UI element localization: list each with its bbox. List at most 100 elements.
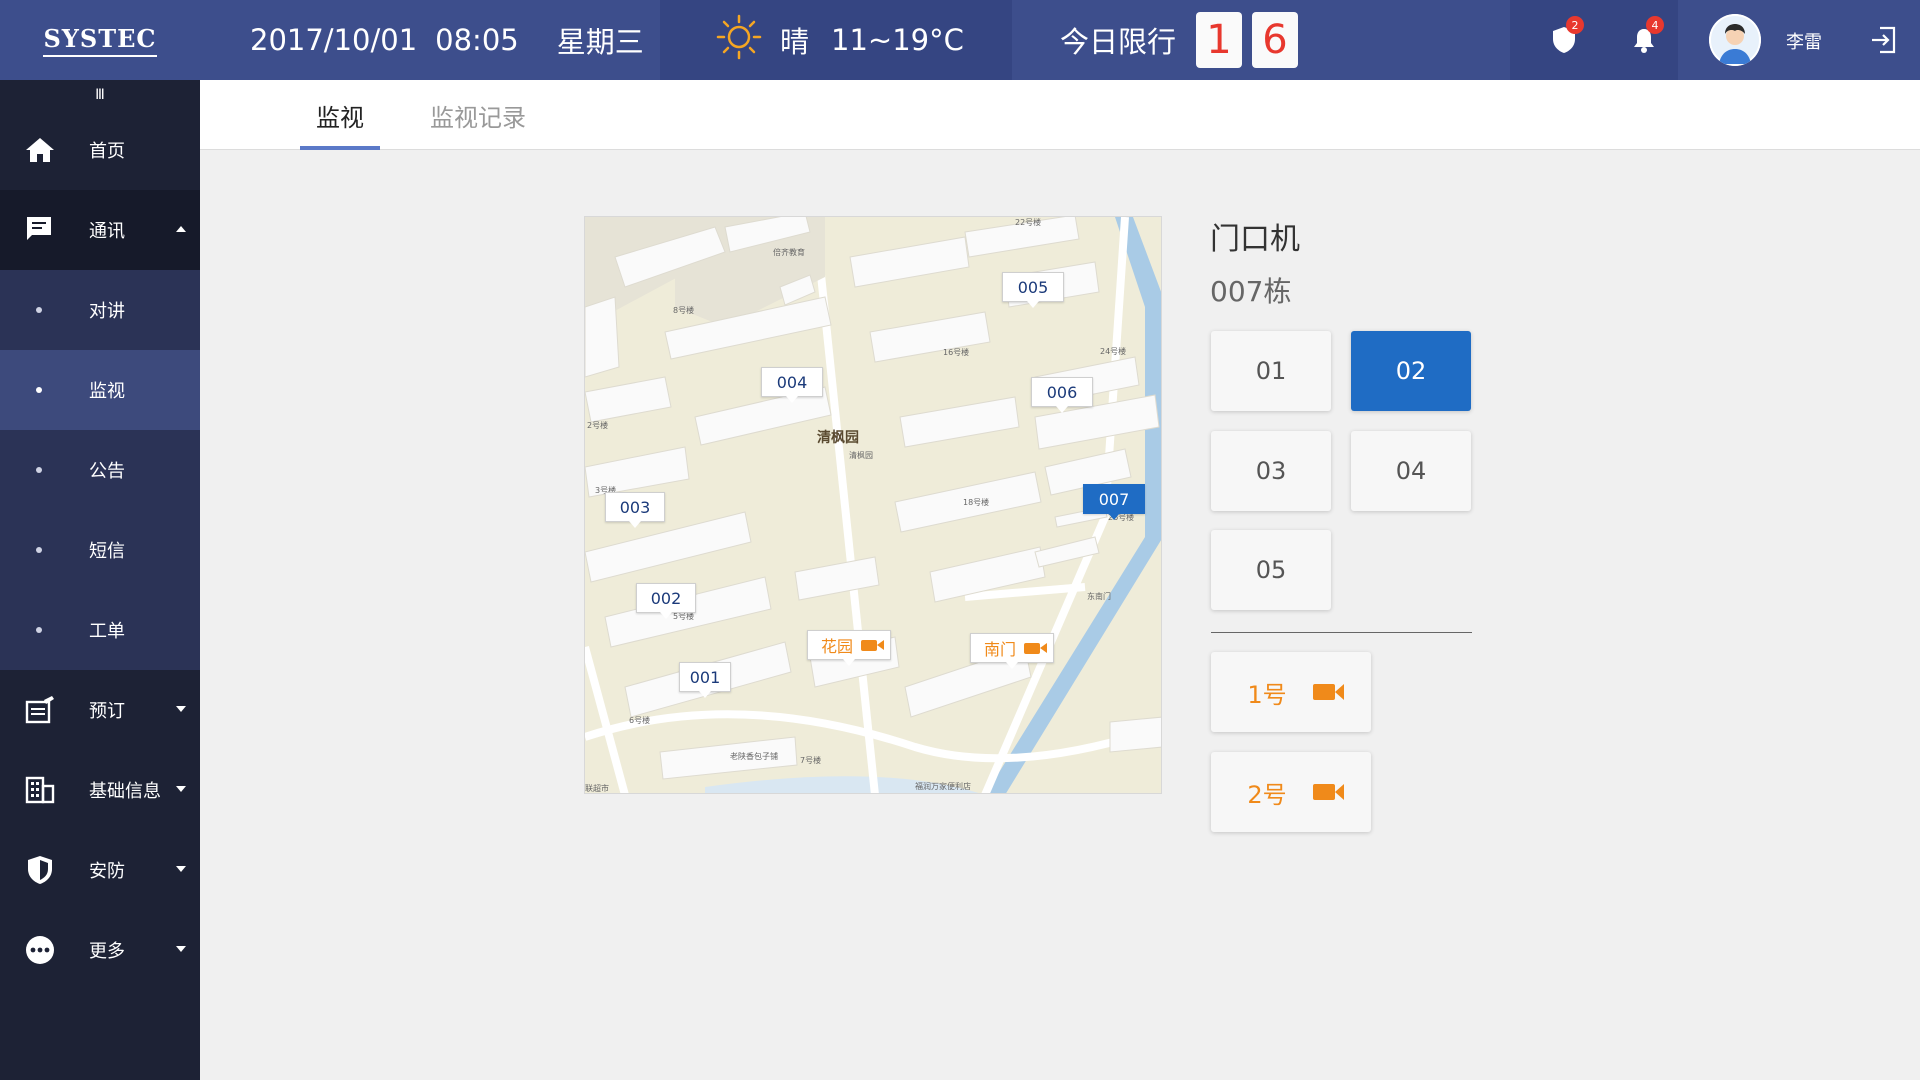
map-label: 倍齐教育 (773, 248, 805, 257)
limit-digit: 1 (1196, 12, 1243, 68)
camera-button-2[interactable]: 2号 (1211, 752, 1371, 832)
map-label: 清枫园 (849, 451, 873, 460)
map-label: 6号楼 (629, 716, 651, 725)
username[interactable]: 李雷 (1786, 28, 1822, 54)
panel-title: 门口机 (1210, 222, 1300, 257)
user-avatar-icon (1709, 14, 1761, 66)
map-label: 16号楼 (943, 348, 970, 357)
sidebar-subitem-workorder[interactable]: 工单 (0, 590, 200, 670)
building-marker[interactable]: 005 (1002, 272, 1064, 308)
sidebar-item-basic-info[interactable]: 基础信息 (0, 750, 200, 830)
bullet-icon (36, 467, 42, 473)
traffic-limit: 今日限行 1 6 (1060, 0, 1308, 80)
video-camera-icon (861, 639, 884, 651)
sidebar-subitem-label: 短信 (89, 541, 125, 562)
camera-marker-south-gate[interactable]: 南门 (970, 633, 1054, 669)
video-camera-icon (1312, 784, 1344, 800)
notification-button[interactable]: 4 (1624, 16, 1664, 60)
notification-badge: 4 (1646, 16, 1664, 34)
camera-marker-garden[interactable]: 花园 (807, 630, 891, 666)
building-marker[interactable]: 001 (679, 662, 731, 698)
logout-button[interactable] (1868, 24, 1900, 56)
caret-down-icon (176, 946, 186, 952)
bullet-icon (36, 387, 42, 393)
map-center-label: 清枫园 (817, 430, 859, 446)
sidebar-subitem-monitor[interactable]: 监视 (0, 350, 200, 430)
sidebar-item-label: 通讯 (89, 221, 125, 242)
building-marker[interactable]: 004 (761, 367, 823, 403)
security-alert-button[interactable]: 2 (1544, 16, 1584, 60)
sidebar-subitem-label: 公告 (89, 461, 125, 482)
sidebar-subitem-sms[interactable]: 短信 (0, 510, 200, 590)
building-marker[interactable]: 003 (605, 492, 665, 528)
map-canvas (585, 217, 1161, 793)
sidebar-subitem-intercom[interactable]: 对讲 (0, 270, 200, 350)
sidebar-collapse-toggle[interactable]: Ⅲ (0, 80, 200, 110)
map-label: 2号楼 (587, 421, 609, 430)
divider (1211, 632, 1472, 633)
map-label: 24号楼 (1100, 347, 1127, 356)
map-label: 老陕香包子铺 (730, 752, 778, 761)
sidebar-item-communication[interactable]: 通讯 (0, 190, 200, 270)
caret-down-icon (176, 706, 186, 712)
unit-button-03[interactable]: 03 (1211, 431, 1331, 511)
unit-button-05[interactable]: 05 (1211, 530, 1331, 610)
time-text: 08:05 (435, 23, 519, 57)
date-text: 2017/10/01 (250, 23, 418, 57)
top-bar: SYSTEC 2017/10/01 08:05 星期三 晴 11~19°C 今日… (0, 0, 1920, 80)
more-icon (26, 936, 54, 964)
logout-icon (1872, 26, 1896, 54)
sidebar-submenu: 对讲 监视 公告 短信 工单 (0, 270, 200, 670)
sidebar-item-label: 基础信息 (89, 781, 161, 802)
unit-button-04[interactable]: 04 (1351, 431, 1471, 511)
booking-icon (25, 696, 54, 724)
map-label: 7号楼 (800, 756, 822, 765)
building-marker[interactable]: 002 (636, 583, 696, 619)
sidebar-item-more[interactable]: 更多 (0, 910, 200, 990)
sidebar-subitem-label: 工单 (89, 621, 125, 642)
chat-icon (27, 217, 51, 240)
building-marker-selected[interactable]: 007 (1083, 484, 1145, 520)
weather-condition: 晴 (780, 25, 810, 59)
camera-button-label: 2号 (1247, 780, 1287, 809)
weather-widget: 晴 11~19°C (660, 0, 1012, 80)
selected-building: 007栋 (1210, 275, 1292, 308)
tab-monitor[interactable]: 监视 (300, 80, 380, 150)
sidebar-item-label: 预订 (89, 701, 125, 722)
map-label: 18号楼 (963, 498, 990, 507)
bullet-icon (36, 627, 42, 633)
security-badge: 2 (1566, 16, 1584, 34)
sidebar-item-home[interactable]: 首页 (0, 110, 200, 190)
tab-bar: 监视 监视记录 (200, 80, 1920, 150)
sidebar: Ⅲ 首页 通讯 对讲 监视 公告 短信 工单 预订 基础信息 安防 更多 (0, 80, 200, 1080)
alert-zone: 2 4 (1510, 0, 1678, 80)
sidebar-item-label: 更多 (89, 941, 125, 962)
map-label: 联超市 (585, 784, 609, 793)
logo: SYSTEC (0, 0, 200, 80)
sidebar-subitem-label: 监视 (89, 381, 125, 402)
datetime: 2017/10/01 08:05 星期三 (250, 0, 644, 80)
bullet-icon (36, 547, 42, 553)
sidebar-item-booking[interactable]: 预订 (0, 670, 200, 750)
sun-icon (716, 14, 762, 67)
sidebar-subitem-notice[interactable]: 公告 (0, 430, 200, 510)
caret-down-icon (176, 786, 186, 792)
unit-button-01[interactable]: 01 (1211, 331, 1331, 411)
map-label: 8号楼 (673, 306, 695, 315)
camera-marker-label: 花园 (820, 637, 853, 656)
tab-monitor-records[interactable]: 监视记录 (420, 80, 536, 150)
avatar[interactable] (1709, 14, 1761, 66)
unit-button-02[interactable]: 02 (1351, 331, 1471, 411)
video-camera-icon (1024, 642, 1047, 654)
camera-button-1[interactable]: 1号 (1211, 652, 1371, 732)
sidebar-item-label: 首页 (89, 141, 125, 162)
building-icon (25, 776, 55, 804)
weekday-text: 星期三 (556, 25, 644, 59)
building-marker[interactable]: 006 (1031, 377, 1093, 413)
community-map[interactable]: 倍齐教育 8号楼 16号楼 24号楼 2号楼 3号楼 18号楼 26号楼 5号楼… (584, 216, 1162, 794)
sidebar-item-security[interactable]: 安防 (0, 830, 200, 910)
map-label: 东南门 (1087, 592, 1111, 601)
camera-button-label: 1号 (1247, 680, 1287, 709)
map-label: 22号楼 (1015, 218, 1042, 227)
caret-down-icon (176, 866, 186, 872)
